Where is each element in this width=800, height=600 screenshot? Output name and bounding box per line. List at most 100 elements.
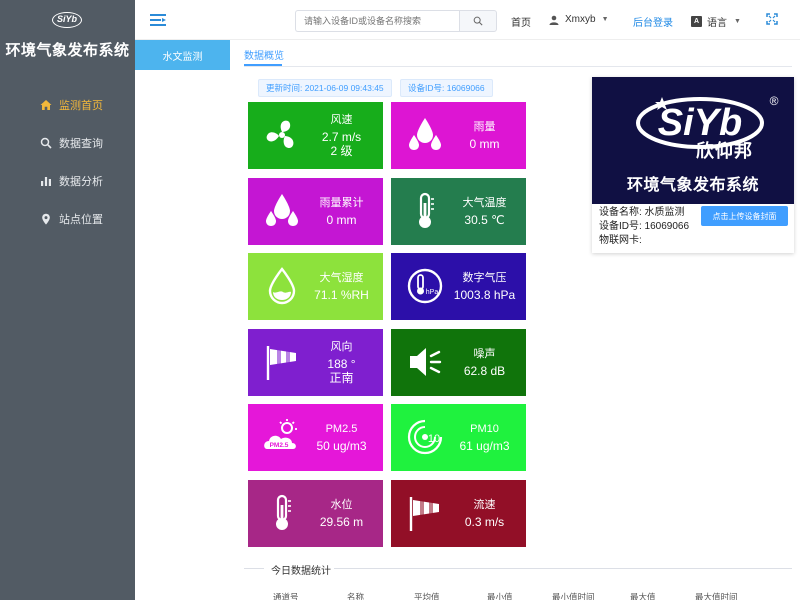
- stats-title: 今日数据统计: [271, 566, 331, 577]
- topbar: 首页 Xmxyb ▼ 后台登录 A 语言 ▼: [135, 0, 800, 40]
- tile-label: 风向: [330, 341, 353, 353]
- menu-toggle-icon[interactable]: [149, 11, 167, 29]
- sidebar-item-home[interactable]: 监测首页: [0, 86, 135, 124]
- location-pin-icon: [40, 213, 52, 225]
- tile-text: 大气温度 30.5 ℃: [443, 178, 526, 245]
- sensor-tile[interactable]: 大气温度 30.5 ℃: [391, 178, 526, 245]
- svg-text:®: ®: [770, 94, 779, 108]
- sensor-tile[interactable]: 雨量累计 0 mm: [248, 178, 383, 245]
- tile-text: PM2.5 50 ug/m3: [300, 404, 383, 471]
- tile-value: 0 mm: [469, 137, 500, 151]
- tile-value: 71.1 %RH: [314, 288, 369, 302]
- brand-logo: SiYb: [52, 12, 82, 28]
- sensor-tile[interactable]: 噪声 62.8 dB: [391, 329, 526, 396]
- sensor-tile[interactable]: 风向 188 ° 正南: [248, 329, 383, 396]
- device-name-row: 设备名称: 水质监测: [599, 207, 685, 218]
- tile-label: PM2.5: [325, 423, 358, 435]
- sidebar-item-location[interactable]: 站点位置: [0, 200, 135, 238]
- sensor-tile[interactable]: hPa 数字气压 1003.8 hPa: [391, 253, 526, 320]
- tile-label: 流速: [473, 499, 496, 511]
- tab-data-overview[interactable]: 数据概览: [244, 47, 284, 62]
- bar-chart-icon: [40, 175, 52, 187]
- windsock-icon: [262, 342, 302, 382]
- sensor-tile[interactable]: PM2.5 PM2.5 50 ug/m3: [248, 404, 383, 471]
- search-button[interactable]: [459, 10, 497, 32]
- stats-divider-right: [334, 568, 792, 569]
- raindrops-icon: [405, 115, 445, 155]
- sensor-tile[interactable]: 雨量 0 mm: [391, 102, 526, 169]
- table-header-cell: 最大值时间: [695, 592, 738, 600]
- sensor-tile[interactable]: 水位 29.56 m: [248, 480, 383, 547]
- tile-value: 2.7 m/s: [321, 130, 362, 144]
- table-header-cell: 最小值时间: [552, 592, 595, 600]
- tile-value: 62.8 dB: [463, 364, 506, 378]
- sidebar-item-label: 监测首页: [59, 100, 103, 112]
- sidebar-item-query[interactable]: 数据查询: [0, 124, 135, 162]
- pressure-gauge-icon: hPa: [405, 266, 445, 306]
- svg-text:PM2.5: PM2.5: [270, 442, 289, 449]
- tab-divider: [244, 66, 792, 67]
- tile-value: 1003.8 hPa: [453, 288, 516, 302]
- windsock-icon: [405, 493, 445, 533]
- tile-value: 0 mm: [326, 213, 357, 227]
- sidebar-item-analysis[interactable]: 数据分析: [0, 162, 135, 200]
- tile-label: PM10: [470, 423, 499, 435]
- fan-icon: [262, 115, 302, 155]
- svg-text:hPa: hPa: [426, 289, 439, 296]
- user-icon: [549, 15, 559, 25]
- tile-text: 水位 29.56 m: [300, 480, 383, 547]
- language-label: 语言: [707, 18, 727, 29]
- tile-label: 数字气压: [462, 272, 507, 284]
- system-name: 环境气象发布系统: [626, 177, 759, 194]
- tile-text: 噪声 62.8 dB: [443, 329, 526, 396]
- user-name: Xmxyb: [565, 14, 596, 25]
- tile-value: 50 ug/m3: [316, 439, 367, 453]
- search-input[interactable]: [295, 10, 459, 32]
- tile-value: 0.3 m/s: [464, 515, 505, 529]
- tile-text: 雨量累计 0 mm: [300, 178, 383, 245]
- table-header-cell: 最小值: [487, 592, 513, 600]
- tile-label: 雨量累计: [319, 197, 364, 209]
- language-icon: A: [691, 16, 702, 27]
- tile-text: 数字气压 1003.8 hPa: [443, 253, 526, 320]
- tile-value-secondary: 正南: [329, 371, 354, 385]
- home-link[interactable]: 首页: [511, 14, 531, 29]
- tile-label: 雨量: [473, 121, 496, 133]
- search-icon: [40, 137, 52, 149]
- sidebar-item-label: 数据查询: [59, 138, 103, 150]
- sensor-tile[interactable]: 流速 0.3 m/s: [391, 480, 526, 547]
- tile-text: PM10 61 ug/m3: [443, 404, 526, 471]
- device-id-badge: 设备ID号: 16069066: [400, 79, 493, 97]
- tile-label: 水位: [330, 499, 353, 511]
- language-menu[interactable]: A 语言 ▼: [691, 14, 741, 29]
- tile-value: 30.5 ℃: [464, 213, 505, 227]
- tile-text: 风速 2.7 m/s 2 级: [300, 102, 383, 169]
- upload-cover-button[interactable]: 点击上传设备封面: [701, 206, 788, 226]
- tile-label: 大气温度: [462, 197, 507, 209]
- search-icon: [473, 16, 483, 26]
- update-time-badge: 更新时间: 2021-06-09 09:43:45: [258, 79, 392, 97]
- pm10-icon: 10: [405, 417, 445, 457]
- tile-text: 雨量 0 mm: [443, 102, 526, 169]
- sidebar-item-label: 数据分析: [59, 176, 103, 188]
- user-menu[interactable]: Xmxyb ▼: [549, 14, 609, 25]
- thermometer-icon: [262, 493, 302, 533]
- iot-card-row: 物联网卡:: [599, 235, 642, 246]
- tile-value: 188 °: [327, 357, 356, 371]
- table-header-cell: 名称: [347, 592, 365, 600]
- tile-text: 大气湿度 71.1 %RH: [300, 253, 383, 320]
- tile-label: 风速: [330, 114, 353, 126]
- tile-value-secondary: 2 级: [330, 144, 353, 158]
- chevron-down-icon: ▼: [734, 18, 741, 25]
- tab-hydrology[interactable]: 水文监测: [135, 40, 230, 70]
- device-card: SiYb ® 欣仰邦 环境气象发布系统 设备名称: 水质监测 设备ID号: 16…: [592, 77, 794, 253]
- sensor-tile[interactable]: 风速 2.7 m/s 2 级: [248, 102, 383, 169]
- fullscreen-icon[interactable]: [766, 13, 778, 25]
- admin-login-link[interactable]: 后台登录: [633, 14, 673, 29]
- tile-text: 流速 0.3 m/s: [443, 480, 526, 547]
- stats-divider-left: [244, 568, 264, 569]
- table-header-cell: 最大值: [630, 592, 656, 600]
- sensor-tile[interactable]: 大气湿度 71.1 %RH: [248, 253, 383, 320]
- sensor-tile[interactable]: 10 PM10 61 ug/m3: [391, 404, 526, 471]
- speaker-icon: [405, 342, 445, 382]
